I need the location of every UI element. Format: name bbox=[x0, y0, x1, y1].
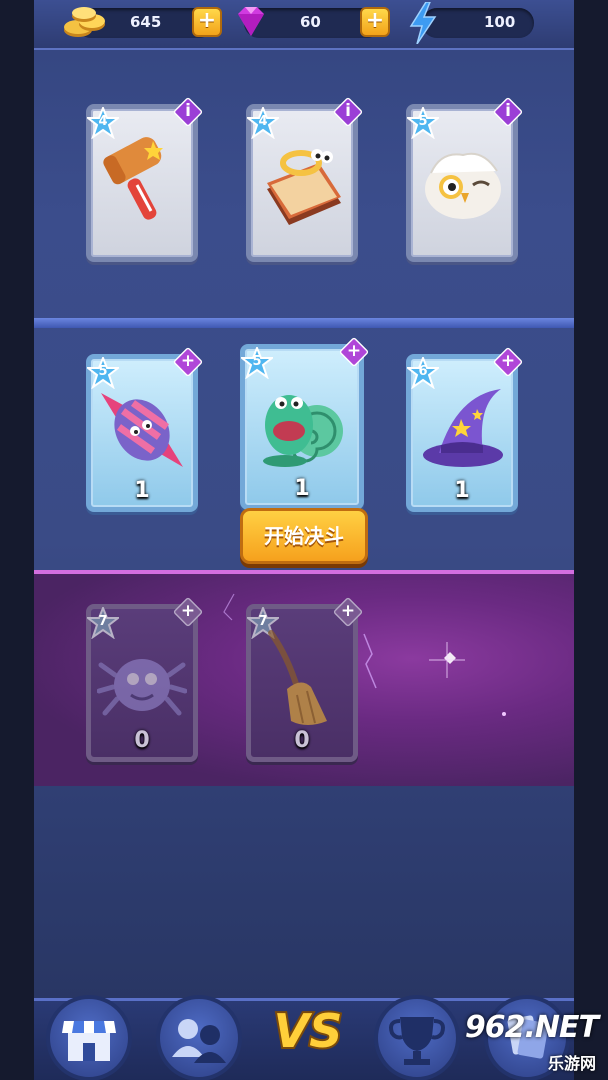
add-card-button[interactable]: + bbox=[172, 346, 204, 378]
info-button[interactable]: i bbox=[172, 96, 204, 128]
card-snail-selected[interactable]: 5 + 1 bbox=[239, 336, 370, 510]
coins-value: 645 bbox=[130, 13, 162, 31]
friends-icon bbox=[172, 1019, 226, 1063]
game-screen: 645 + 60 + 100 4 i 4 i 5 i 5 + 1 5 + 1 6… bbox=[0, 0, 608, 1080]
gems-pill: 60 + bbox=[238, 7, 390, 38]
card-owl[interactable]: 5 i bbox=[405, 96, 524, 262]
shelf-divider bbox=[34, 318, 574, 328]
broom-icon bbox=[268, 630, 327, 725]
card-count: 0 bbox=[294, 728, 310, 753]
add-coins-button[interactable]: + bbox=[192, 7, 222, 37]
owl-icon bbox=[425, 152, 501, 219]
nav-trophy[interactable] bbox=[374, 995, 460, 1080]
card-spellbook[interactable]: 4 i bbox=[245, 96, 364, 262]
card-hammer[interactable]: 4 i bbox=[85, 96, 204, 262]
spellbook-icon bbox=[267, 149, 341, 225]
energy-pill: 100 bbox=[409, 2, 534, 44]
spider-icon bbox=[97, 659, 187, 716]
watermark-subtitle: 乐游网 bbox=[547, 1054, 596, 1073]
hammer-icon bbox=[103, 137, 163, 220]
watermark-logo: 962.NET bbox=[464, 1010, 599, 1045]
card-candy[interactable]: 5 + 1 bbox=[85, 346, 204, 512]
add-card-button[interactable]: + bbox=[332, 596, 364, 628]
gem-icon bbox=[238, 7, 264, 36]
nav-vs[interactable]: VS bbox=[260, 987, 356, 1073]
card-count: 0 bbox=[134, 728, 150, 753]
coins-pill: 645 + bbox=[64, 7, 222, 38]
site-watermark: 962.NET 乐游网 bbox=[465, 1010, 602, 1076]
candy-icon bbox=[101, 393, 183, 467]
vs-icon: VS bbox=[272, 1002, 345, 1060]
card-count: 1 bbox=[134, 478, 150, 503]
add-card-button[interactable]: + bbox=[338, 336, 370, 368]
currency-bar: 645 + 60 + 100 bbox=[34, 0, 574, 50]
card-wizard-hat[interactable]: 6 + 1 bbox=[405, 346, 524, 512]
wizard-hat-icon bbox=[423, 389, 503, 467]
add-card-button[interactable]: + bbox=[492, 346, 524, 378]
vs-label: VS bbox=[274, 1004, 343, 1058]
add-gems-button[interactable]: + bbox=[360, 7, 390, 37]
nav-friends[interactable] bbox=[156, 995, 242, 1080]
lightning-icon bbox=[409, 2, 437, 44]
info-button[interactable]: i bbox=[492, 96, 524, 128]
snail-monster-icon bbox=[263, 395, 343, 467]
info-button[interactable]: i bbox=[332, 96, 364, 128]
gems-value: 60 bbox=[300, 13, 321, 31]
energy-value: 100 bbox=[484, 13, 516, 31]
coins-icon bbox=[64, 7, 105, 37]
start-duel-button[interactable]: 开始决斗 bbox=[240, 508, 368, 564]
add-card-button[interactable]: + bbox=[172, 596, 204, 628]
card-count: 1 bbox=[454, 478, 470, 503]
nav-shop[interactable] bbox=[46, 995, 132, 1080]
trophy-icon bbox=[389, 1017, 445, 1065]
card-spider-locked[interactable]: 7 + 0 bbox=[85, 596, 204, 762]
shop-icon bbox=[62, 1021, 116, 1061]
card-count: 1 bbox=[294, 476, 310, 501]
card-broom-locked[interactable]: 7 + 0 bbox=[245, 596, 364, 762]
